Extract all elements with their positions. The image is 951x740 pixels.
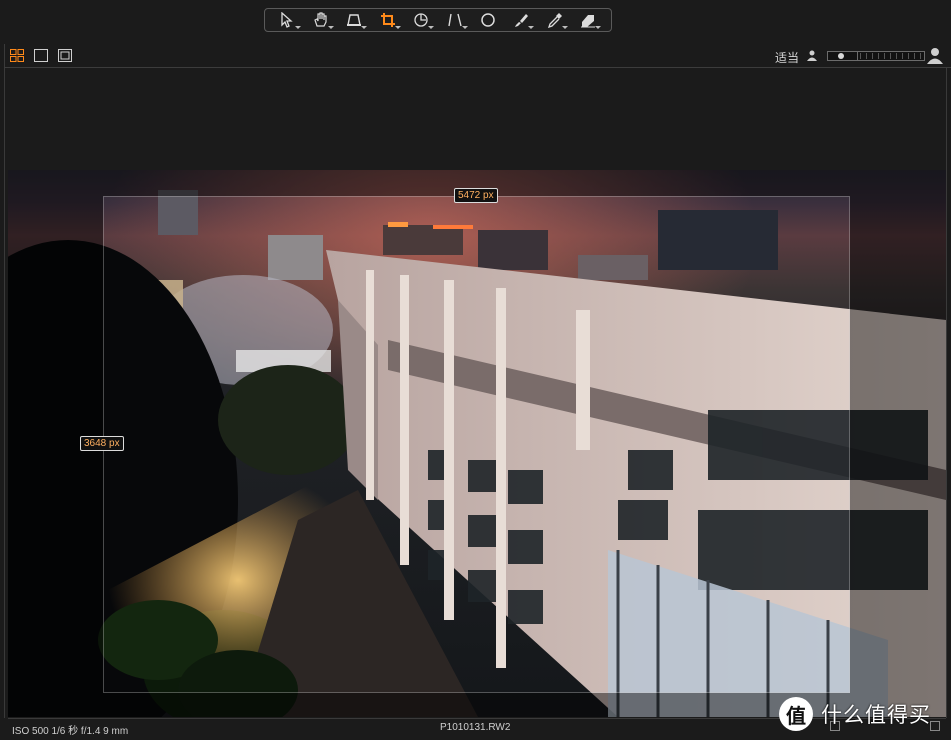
person-large-icon	[927, 48, 943, 64]
zoom-fit-label[interactable]: 适当	[775, 49, 799, 66]
fullscreen-view-icon[interactable]	[58, 49, 72, 62]
grid-view-icon[interactable]	[10, 49, 24, 62]
chevron-down-icon	[294, 26, 301, 29]
chevron-down-icon	[428, 26, 435, 29]
person-small-icon	[807, 50, 817, 61]
crop-width-label: 5472 px	[454, 188, 498, 203]
brush-tool-button[interactable]	[507, 10, 535, 30]
pan-tool-button[interactable]	[307, 10, 335, 30]
chevron-down-icon	[361, 26, 368, 29]
zoom-slider-ticks	[860, 53, 922, 59]
chevron-down-icon	[595, 26, 602, 29]
chevron-down-icon	[561, 26, 568, 29]
eyedropper-tool-button[interactable]	[541, 10, 569, 30]
watermark-text: 什么值得买	[821, 703, 931, 727]
single-view-icon[interactable]	[34, 49, 48, 62]
photo-canvas[interactable]: 5472 px 3648 px	[8, 170, 946, 717]
rotate-tool-button[interactable]	[407, 10, 435, 30]
crop-frame[interactable]	[103, 196, 850, 693]
tool-palette	[264, 8, 612, 32]
crop-shade-right	[850, 196, 946, 693]
crop-height-label: 3648 px	[80, 436, 124, 451]
straighten-tool-button[interactable]	[441, 10, 469, 30]
file-name: P1010131.RW2	[440, 722, 511, 733]
eraser-tool-button[interactable]	[574, 10, 602, 30]
keystone-tool-button[interactable]	[340, 10, 368, 30]
zoom-slider-knob[interactable]	[838, 53, 844, 59]
zoom-slider[interactable]	[827, 51, 925, 61]
viewer-frame-right	[946, 68, 947, 718]
viewer-header: 适当	[4, 44, 951, 68]
chevron-down-icon	[461, 26, 468, 29]
watermark: 值 什么值得买	[779, 694, 945, 734]
chevron-down-icon	[328, 26, 335, 29]
crop-tool-button[interactable]	[374, 10, 402, 30]
circle-tool-button[interactable]	[474, 10, 502, 30]
exposure-info: ISO 500 1/6 秒 f/1.4 9 mm	[12, 726, 129, 737]
select-tool-button[interactable]	[274, 10, 302, 30]
chevron-down-icon	[394, 26, 401, 29]
circle-select-icon	[481, 13, 495, 27]
watermark-logo: 值	[779, 697, 813, 731]
chevron-down-icon	[528, 26, 535, 29]
viewer-frame-left	[4, 44, 5, 718]
